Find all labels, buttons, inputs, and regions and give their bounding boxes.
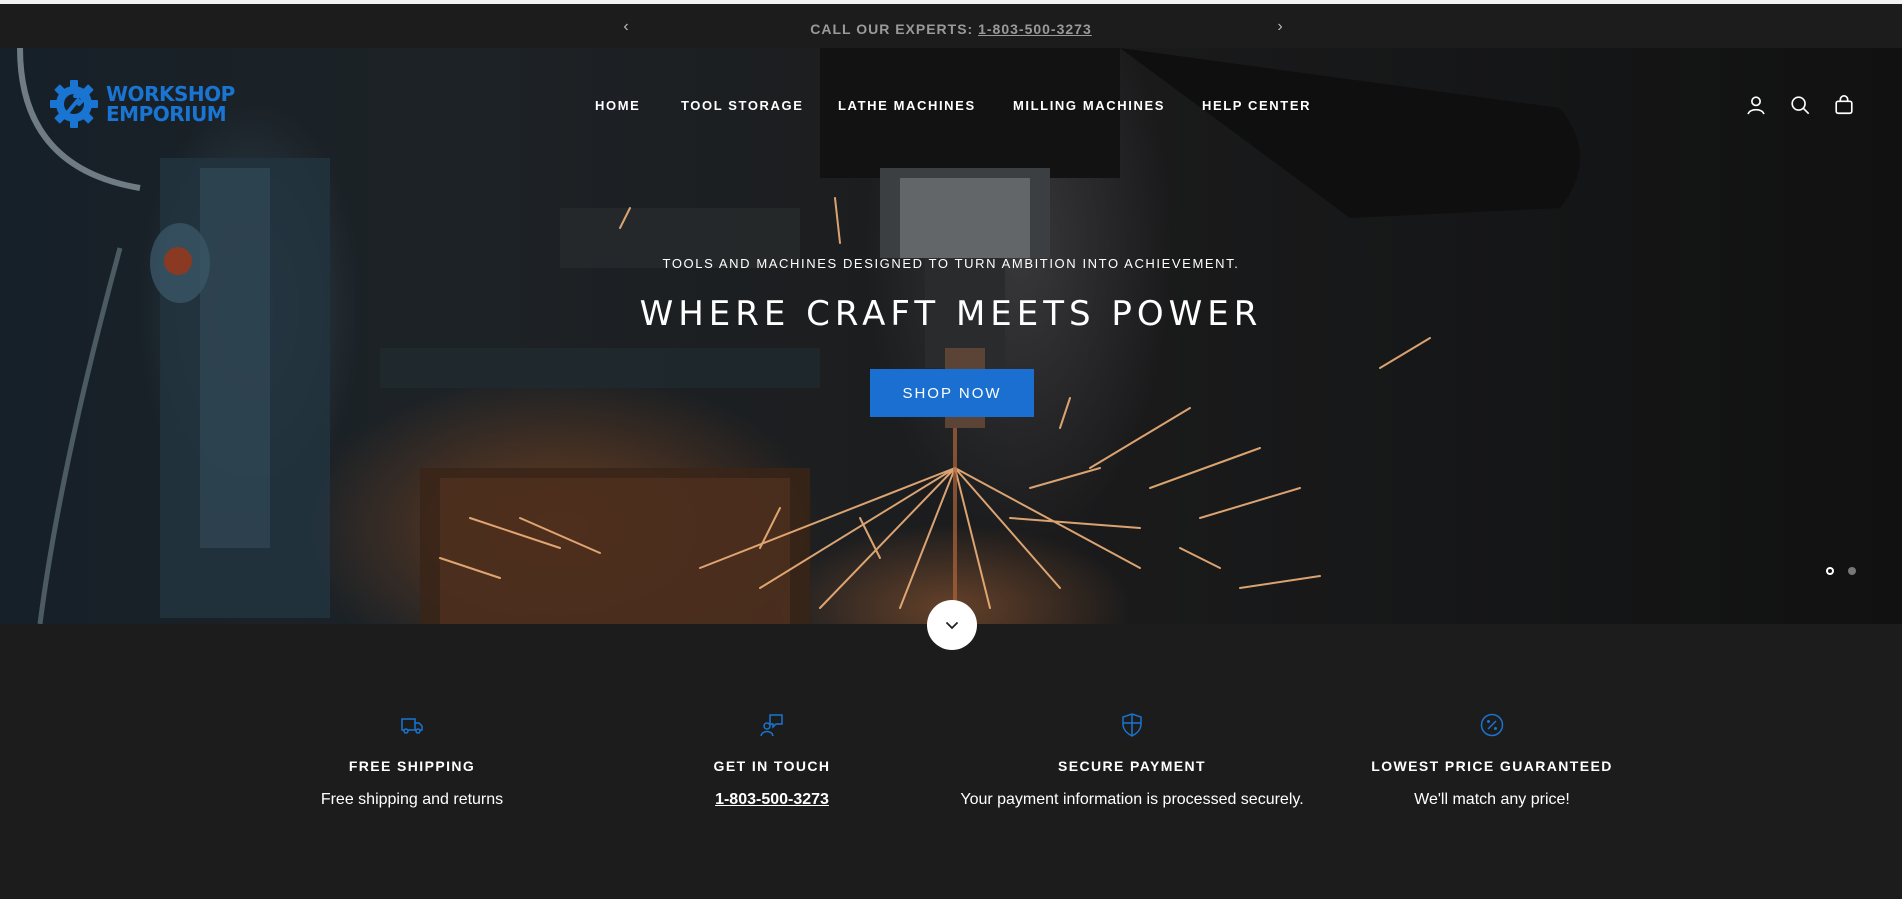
account-icon[interactable] <box>1745 94 1767 116</box>
main-nav: HOME TOOL STORAGE LATHE MACHINES MILLING… <box>0 98 1902 118</box>
contact-phone-link[interactable]: 1-803-500-3273 <box>715 791 829 808</box>
chevron-down-icon <box>946 622 958 630</box>
hero-title: WHERE CRAFT MEETS POWER <box>639 294 1263 334</box>
announcement-text: CALL OUR EXPERTS: 1-803-500-3273 <box>0 21 1902 37</box>
feature-free-shipping: FREE SHIPPING Free shipping and returns <box>232 712 592 813</box>
nav-item-tool-storage[interactable]: TOOL STORAGE <box>681 98 804 113</box>
hero-background-image <box>17 48 1580 624</box>
feature-text: We'll match any price! <box>1414 791 1570 808</box>
slide-dot-2[interactable] <box>1848 567 1856 575</box>
features-section: FREE SHIPPING Free shipping and returns … <box>0 624 1902 899</box>
nav-item-lathe-machines[interactable]: LATHE MACHINES <box>838 98 976 113</box>
chat-support-icon <box>760 714 783 737</box>
cart-icon[interactable] <box>1833 94 1855 116</box>
slide-indicators <box>1826 567 1856 575</box>
feature-title: SECURE PAYMENT <box>1058 758 1206 774</box>
slide-dot-1[interactable] <box>1826 567 1834 575</box>
feature-get-in-touch: GET IN TOUCH 1-803-500-3273 <box>592 712 952 813</box>
hero-subtitle: TOOLS AND MACHINES DESIGNED TO TURN AMBI… <box>662 256 1240 271</box>
announcement-phone-link[interactable]: 1-803-500-3273 <box>978 21 1092 37</box>
shield-icon <box>1122 713 1142 737</box>
feature-lowest-price: LOWEST PRICE GUARANTEED We'll match any … <box>1312 712 1672 813</box>
feature-title: LOWEST PRICE GUARANTEED <box>1371 758 1613 774</box>
nav-item-milling-machines[interactable]: MILLING MACHINES <box>1013 98 1165 113</box>
announcement-label: CALL OUR EXPERTS: <box>810 21 979 37</box>
chevron-right-icon[interactable]: › <box>1271 18 1289 36</box>
feature-secure-payment: SECURE PAYMENT Your payment information … <box>952 712 1312 813</box>
hero-banner: WORKSHOP EMPORIUM HOME TOOL STORAGE LATH… <box>0 48 1902 624</box>
feature-text: Your payment information is processed se… <box>960 791 1304 808</box>
header-actions <box>1745 94 1855 116</box>
truck-icon <box>401 718 423 734</box>
feature-title: GET IN TOUCH <box>713 758 831 774</box>
feature-text: Free shipping and returns <box>320 791 504 808</box>
nav-item-help-center[interactable]: HELP CENTER <box>1202 98 1311 113</box>
search-icon[interactable] <box>1789 94 1811 116</box>
nav-item-home[interactable]: HOME <box>595 98 640 113</box>
percent-badge-icon <box>1480 713 1504 737</box>
shop-now-button[interactable]: SHOP NOW <box>870 369 1034 417</box>
announcement-bar: ‹ CALL OUR EXPERTS: 1-803-500-3273 › <box>0 0 1902 48</box>
scroll-down-button[interactable] <box>927 600 977 650</box>
feature-title: FREE SHIPPING <box>348 758 476 774</box>
